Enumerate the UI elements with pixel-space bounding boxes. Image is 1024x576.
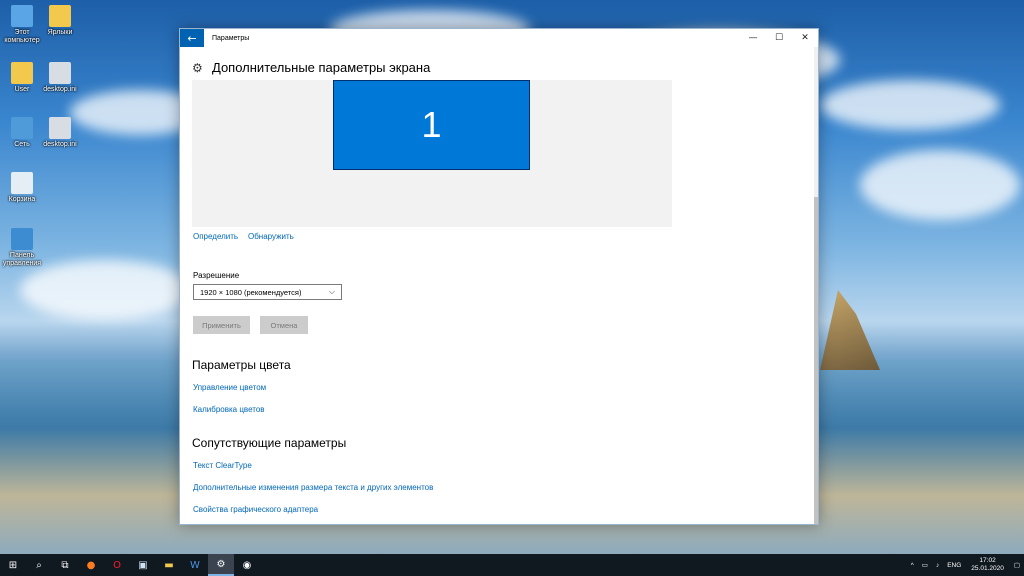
identify-link[interactable]: Определить <box>193 232 238 241</box>
app-icon: ◉ <box>242 559 252 571</box>
settings-content: ⚙ Дополнительные параметры экрана 1 Опре… <box>180 47 818 524</box>
network-icon <box>11 117 33 139</box>
scroll-thumb[interactable] <box>814 197 818 524</box>
taskbar-word[interactable]: W <box>182 554 208 576</box>
word-icon: W <box>190 559 200 571</box>
maximize-button[interactable]: ☐ <box>766 29 792 47</box>
apply-button[interactable]: Применить <box>193 316 250 334</box>
settings-window: ← Параметры — ☐ ✕ ⚙ Дополнительные парам… <box>179 28 819 525</box>
chevron-up-icon[interactable]: ^ <box>911 562 914 569</box>
ini-file-icon <box>49 117 71 139</box>
taskbar-app[interactable]: ◉ <box>234 554 260 576</box>
chevron-down-icon: ⌵ <box>328 287 335 296</box>
gear-icon: ⚙ <box>192 60 203 75</box>
taskbar: ⊞ ⌕ ⧉ ● O ▣ ▬ W ⚙ ◉ ^ ▭ ♪ ENG 17:02 25.0… <box>0 554 1024 576</box>
language-indicator[interactable]: ENG <box>947 562 961 569</box>
clock-date: 25.01.2020 <box>971 565 1004 572</box>
task-view-button[interactable]: ⧉ <box>52 554 78 576</box>
window-title: Параметры <box>212 34 250 42</box>
ini-file-icon <box>49 62 71 84</box>
resolution-label: Разрешение <box>193 271 240 280</box>
cleartype-link[interactable]: Текст ClearType <box>193 461 252 470</box>
color-calibration-link[interactable]: Калибровка цветов <box>193 405 265 414</box>
color-management-link[interactable]: Управление цветом <box>193 383 266 392</box>
taskbar-firefox[interactable]: ● <box>78 554 104 576</box>
desktop-icon-recycle-bin[interactable]: Корзина <box>0 172 44 204</box>
back-arrow-icon: ← <box>187 31 197 45</box>
taskbar-store[interactable]: ▣ <box>130 554 156 576</box>
display-preview: 1 <box>192 80 672 227</box>
clock-time: 17:02 <box>979 557 996 564</box>
store-icon: ▣ <box>138 559 148 571</box>
text-size-link[interactable]: Дополнительные изменения размера текста … <box>193 483 433 492</box>
taskbar-opera[interactable]: O <box>104 554 130 576</box>
monitor-1[interactable]: 1 <box>333 80 530 170</box>
folder-icon <box>49 5 71 27</box>
start-button[interactable]: ⊞ <box>0 554 26 576</box>
search-icon: ⌕ <box>36 559 42 571</box>
taskbar-explorer[interactable]: ▬ <box>156 554 182 576</box>
page-header: ⚙ Дополнительные параметры экрана <box>192 60 430 75</box>
page-title: Дополнительные параметры экрана <box>212 60 431 75</box>
adapter-properties-link[interactable]: Свойства графического адаптера <box>193 505 318 514</box>
title-bar[interactable]: ← Параметры — ☐ ✕ <box>180 29 818 47</box>
start-icon: ⊞ <box>8 559 18 571</box>
cancel-button[interactable]: Отмена <box>260 316 308 334</box>
back-button[interactable]: ← <box>180 29 204 47</box>
resolution-value: 1920 × 1080 (рекомендуется) <box>200 287 302 297</box>
desktop-icon-desktop-ini-1[interactable]: desktop.ini <box>38 62 82 94</box>
detect-link[interactable]: Обнаружить <box>248 232 294 241</box>
computer-icon <box>11 5 33 27</box>
resolution-dropdown[interactable]: 1920 × 1080 (рекомендуется) ⌵ <box>193 284 342 300</box>
task-view-icon: ⧉ <box>61 559 69 571</box>
volume-icon[interactable]: ♪ <box>936 562 939 569</box>
taskbar-settings[interactable]: ⚙ <box>208 554 234 576</box>
desktop-icon-desktop-ini-2[interactable]: desktop.ini <box>38 117 82 149</box>
user-folder-icon <box>11 62 33 84</box>
recycle-bin-icon <box>11 172 33 194</box>
control-panel-icon <box>11 228 33 250</box>
clock[interactable]: 17:02 25.01.2020 <box>971 557 1004 573</box>
search-button[interactable]: ⌕ <box>26 554 52 576</box>
firefox-icon: ● <box>86 559 96 571</box>
explorer-icon: ▬ <box>164 559 174 571</box>
scrollbar[interactable] <box>814 47 818 524</box>
close-button[interactable]: ✕ <box>792 29 818 47</box>
opera-icon: O <box>113 559 121 571</box>
minimize-button[interactable]: — <box>740 29 766 47</box>
network-tray-icon[interactable]: ▭ <box>922 561 928 569</box>
desktop-icon-control-panel[interactable]: Панель управления <box>0 228 44 268</box>
color-section-title: Параметры цвета <box>192 358 291 372</box>
desktop-icon-shortcuts[interactable]: Ярлыки <box>38 5 82 37</box>
system-tray: ^ ▭ ♪ ENG 17:02 25.01.2020 ▢ <box>907 557 1024 573</box>
notifications-icon[interactable]: ▢ <box>1014 561 1020 569</box>
settings-icon: ⚙ <box>216 558 226 570</box>
related-section-title: Сопутствующие параметры <box>192 436 347 450</box>
